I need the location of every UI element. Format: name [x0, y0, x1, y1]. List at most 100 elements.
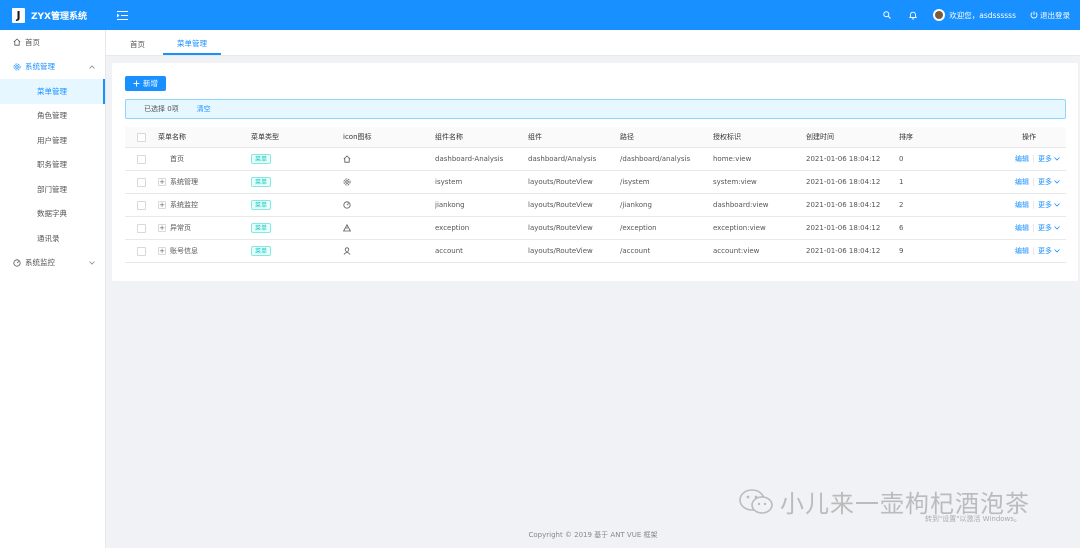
menu-table: 菜单名称 菜单类型 icon图标 组件名称 组件 路径 授权标识 创建时间 排序…: [125, 127, 1066, 263]
component-name: jiankong: [435, 201, 465, 209]
sidebar-item-position-mgmt[interactable]: 职务管理: [0, 153, 105, 178]
search-icon[interactable]: [881, 9, 893, 21]
chevron-down-icon: [1054, 203, 1060, 207]
sidebar-item-dictionary[interactable]: 数据字典: [0, 202, 105, 227]
sidebar-item-home[interactable]: 首页: [0, 30, 105, 55]
sort-order: 6: [899, 224, 904, 232]
expand-row-button[interactable]: +: [158, 178, 166, 186]
component-name: isystem: [435, 178, 463, 186]
warning-icon: [343, 224, 435, 232]
permission: home:view: [713, 155, 752, 163]
created-time: 2021-01-06 18:04:12: [806, 178, 881, 186]
sidebar-item-dept-mgmt[interactable]: 部门管理: [0, 177, 105, 202]
menu-name: 异常页: [170, 224, 191, 232]
sort-order: 1: [899, 178, 904, 186]
user-menu[interactable]: 欢迎您，asdssssss: [933, 9, 1016, 21]
row-checkbox[interactable]: [137, 177, 146, 187]
row-checkbox[interactable]: [137, 246, 146, 256]
logout-button[interactable]: 退出登录: [1030, 10, 1070, 21]
edit-link[interactable]: 编辑: [1015, 246, 1029, 256]
home-icon: [12, 38, 21, 47]
edit-link[interactable]: 编辑: [1015, 154, 1029, 164]
component-name: exception: [435, 224, 470, 232]
created-time: 2021-01-06 18:04:12: [806, 155, 881, 163]
component-name: account: [435, 247, 463, 255]
sidebar: 首页 系统管理 菜单管理 角色管理 用户管理 职务管理 部门管理 数据字典 通讯…: [0, 30, 106, 548]
col-header: 创建时间: [806, 133, 834, 141]
more-dropdown[interactable]: 更多: [1038, 223, 1060, 233]
top-header: J ZYX管理系统 欢迎您，asdssssss 退出登录: [0, 0, 1080, 30]
dashboard-icon: [12, 258, 21, 267]
more-dropdown[interactable]: 更多: [1038, 177, 1060, 187]
edit-link[interactable]: 编辑: [1015, 200, 1029, 210]
menu-type-tag: 菜单: [251, 223, 272, 233]
select-all-checkbox[interactable]: [137, 132, 146, 142]
sort-order: 0: [899, 155, 904, 163]
tab-home[interactable]: 首页: [116, 33, 159, 55]
sidebar-group-system[interactable]: 系统管理: [0, 55, 105, 80]
col-header: 授权标识: [713, 133, 741, 141]
sort-order: 2: [899, 201, 904, 209]
sidebar-item-contacts[interactable]: 通讯录: [0, 226, 105, 251]
sidebar-item-role-mgmt[interactable]: 角色管理: [0, 104, 105, 129]
more-dropdown[interactable]: 更多: [1038, 246, 1060, 256]
edit-link[interactable]: 编辑: [1015, 177, 1029, 187]
row-checkbox[interactable]: [137, 223, 146, 233]
menu-type-tag: 菜单: [251, 200, 272, 210]
edit-link[interactable]: 编辑: [1015, 223, 1029, 233]
sidebar-group-label: 系统管理: [25, 62, 55, 72]
path: /dashboard/analysis: [620, 155, 691, 163]
table-row: + 异常页 菜单 exception layouts/RouteView /exc…: [125, 217, 1066, 240]
component: layouts/RouteView: [528, 201, 593, 209]
col-header: 菜单类型: [251, 133, 279, 141]
chevron-down-icon: [1054, 226, 1060, 230]
permission: account:view: [713, 247, 760, 255]
col-header: icon图标: [343, 133, 372, 141]
chevron-down-icon: [1054, 157, 1060, 161]
sidebar-item-user-mgmt[interactable]: 用户管理: [0, 128, 105, 153]
sidebar-item-menu-mgmt[interactable]: 菜单管理: [0, 79, 105, 104]
path: /jiankong: [620, 201, 652, 209]
setting-icon: [12, 62, 21, 71]
col-header: 菜单名称: [158, 133, 186, 141]
logo[interactable]: J ZYX管理系统: [0, 7, 106, 23]
created-time: 2021-01-06 18:04:12: [806, 224, 881, 232]
plus-icon: [133, 80, 140, 87]
home-icon: [343, 155, 435, 163]
content-card: 新增 已选择 0项 清空 菜单名称 菜单类型 icon图标 组件名称 组件 路径…: [112, 63, 1078, 281]
more-label: 更多: [1038, 201, 1052, 209]
path: /exception: [620, 224, 657, 232]
row-checkbox[interactable]: [137, 154, 146, 164]
more-label: 更多: [1038, 155, 1052, 163]
table-row: 首页 菜单 dashboard-Analysis dashboard/Analy…: [125, 148, 1066, 171]
selection-alert: 已选择 0项 清空: [125, 99, 1066, 119]
expand-row-button[interactable]: +: [158, 201, 166, 209]
created-time: 2021-01-06 18:04:12: [806, 247, 881, 255]
more-dropdown[interactable]: 更多: [1038, 154, 1060, 164]
tab-menu-mgmt[interactable]: 菜单管理: [163, 33, 221, 55]
more-label: 更多: [1038, 247, 1052, 255]
expand-row-button[interactable]: +: [158, 247, 166, 255]
menu-type-tag: 菜单: [251, 154, 272, 164]
windows-activation-hint: 转到"设置"以激活 Windows。: [925, 515, 1021, 523]
col-header: 操作: [1022, 133, 1036, 141]
menu-fold-icon[interactable]: [116, 9, 128, 21]
sort-order: 9: [899, 247, 904, 255]
row-checkbox[interactable]: [137, 200, 146, 210]
expand-row-button[interactable]: +: [158, 224, 166, 232]
user-greeting: 欢迎您，asdssssss: [949, 10, 1016, 20]
sidebar-group-monitor[interactable]: 系统监控: [0, 251, 105, 276]
add-button[interactable]: 新增: [125, 76, 166, 91]
clear-selection-link[interactable]: 清空: [197, 104, 211, 114]
path: /account: [620, 247, 651, 255]
menu-type-tag: 菜单: [251, 246, 272, 256]
more-label: 更多: [1038, 178, 1052, 186]
user-icon: [343, 247, 435, 255]
permission: system:view: [713, 178, 757, 186]
chevron-up-icon: [89, 64, 95, 70]
bell-icon[interactable]: [907, 9, 919, 21]
table-row: + 系统监控 菜单 jiankong layouts/RouteView /jia…: [125, 194, 1066, 217]
created-time: 2021-01-06 18:04:12: [806, 201, 881, 209]
more-dropdown[interactable]: 更多: [1038, 200, 1060, 210]
logout-icon: [1030, 11, 1038, 19]
